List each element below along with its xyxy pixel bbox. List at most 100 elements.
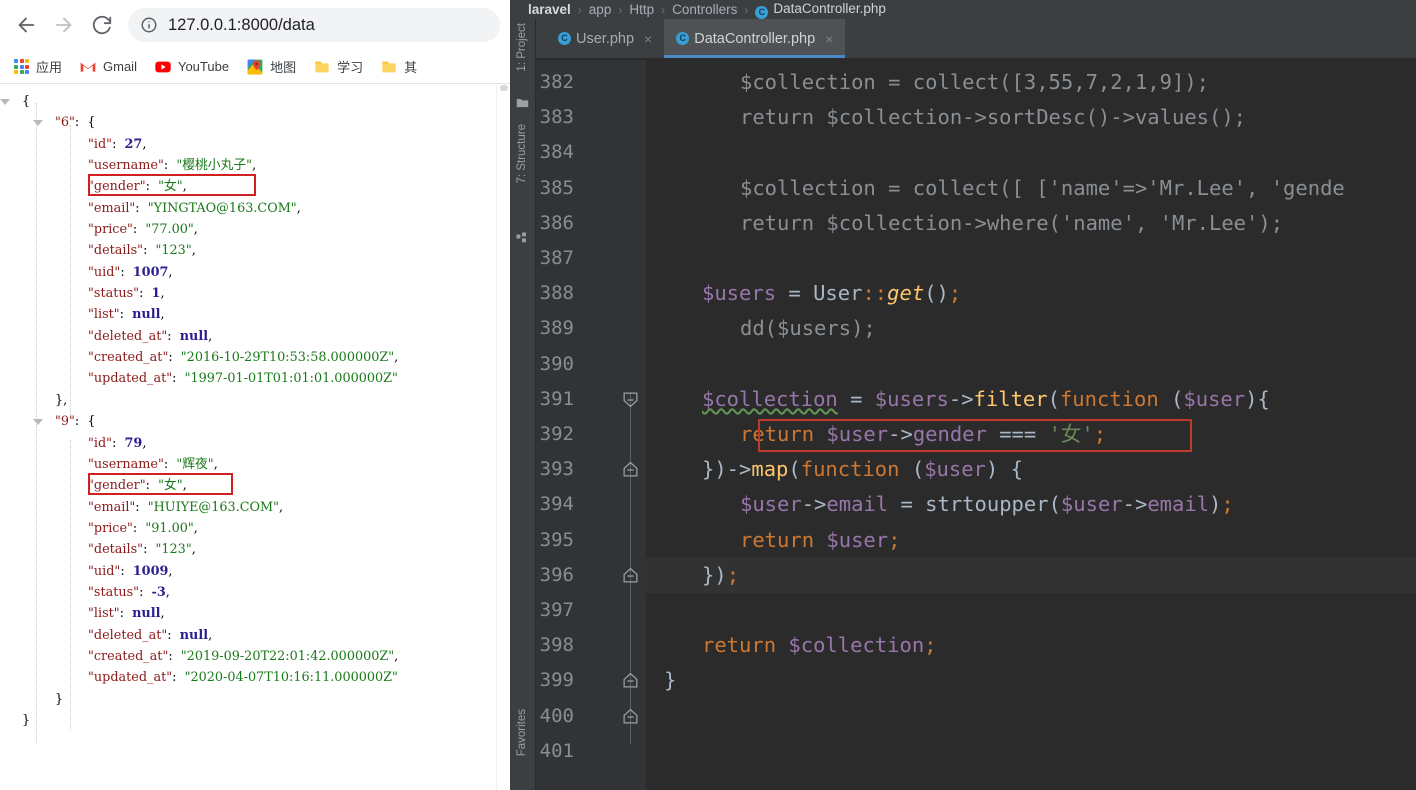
json-token: ,: [160, 286, 165, 302]
code-line[interactable]: [646, 734, 1416, 769]
editor-tab-bar: C User.php × C DataController.php ×: [510, 19, 1416, 59]
bookmark-youtube[interactable]: YouTube: [149, 56, 235, 78]
json-token: ,: [160, 606, 165, 622]
fold-expand-icon[interactable]: [622, 672, 639, 689]
code-line[interactable]: return $collection;: [646, 628, 1416, 663]
forward-button[interactable]: [48, 9, 80, 41]
editor-code-area[interactable]: $collection = collect([3,55,7,2,1,9]); re…: [646, 60, 1416, 790]
code-line[interactable]: return $user->gender === '女';: [646, 417, 1416, 452]
sidebar-item-favorites[interactable]: Favorites: [516, 709, 528, 756]
code-line[interactable]: $users = User::get();: [646, 276, 1416, 311]
json-token: ,: [279, 499, 284, 515]
editor-gutter[interactable]: 382 383 384 385 386 387 388 389 390 391 392 393 394 3…: [536, 60, 646, 790]
json-line-text: "gender": "女",: [88, 179, 187, 194]
bookmark-folder-other[interactable]: 其: [375, 54, 423, 79]
sidebar-item-project[interactable]: 1: Project: [516, 23, 528, 72]
json-line-text: "email": "HUIYE@163.COM",: [88, 500, 283, 515]
breadcrumb-item[interactable]: C DataController.php: [755, 1, 886, 19]
bookmark-label: Gmail: [103, 59, 137, 74]
breadcrumb-item[interactable]: app: [589, 2, 612, 17]
code-line[interactable]: [646, 135, 1416, 170]
back-button[interactable]: [10, 9, 42, 41]
fold-collapse-icon[interactable]: [622, 391, 639, 408]
code-line[interactable]: })->map(function ($user) {: [646, 452, 1416, 487]
code-line[interactable]: [646, 347, 1416, 382]
bookmark-maps[interactable]: 地图: [241, 54, 302, 79]
fold-expand-icon[interactable]: [622, 461, 639, 478]
json-line: "status": -3,: [0, 582, 510, 603]
scrollbar-thumb[interactable]: [500, 85, 508, 91]
editor-tab-label: User.php: [576, 30, 635, 47]
collapse-triangle-icon[interactable]: [33, 419, 43, 426]
json-token: "123": [155, 542, 192, 558]
bookmark-apps[interactable]: 应用: [8, 54, 68, 79]
breadcrumb-item[interactable]: Controllers: [672, 2, 737, 17]
json-token: "91.00": [145, 520, 194, 536]
code-editor[interactable]: 382 383 384 385 386 387 388 389 390 391 392 393 394 3…: [536, 60, 1416, 790]
code-line[interactable]: $collection = $users->filter(function ($…: [646, 382, 1416, 417]
collapse-triangle-icon[interactable]: [33, 120, 43, 127]
line-number: 399: [539, 669, 574, 692]
code-token: '女': [1048, 422, 1094, 446]
json-line-text: {: [22, 94, 30, 109]
code-line[interactable]: return $collection->sortDesc()->values()…: [646, 100, 1416, 135]
json-line: {: [0, 91, 510, 112]
breadcrumb-item[interactable]: laravel: [528, 2, 571, 17]
code-token: ->: [801, 492, 827, 517]
structure-icon[interactable]: [516, 232, 529, 244]
code-token: return: [740, 527, 815, 552]
json-token: ,: [193, 222, 198, 238]
json-line-text: "price": "77.00",: [88, 222, 198, 237]
code-line[interactable]: $collection = collect([ ['name'=>'Mr.Lee…: [646, 171, 1416, 206]
code-token: filter: [973, 386, 1048, 411]
json-token: :: [145, 179, 159, 195]
close-icon[interactable]: ×: [644, 32, 652, 46]
json-line-text: "deleted_at": null,: [88, 628, 212, 643]
json-line: "created_at": "2019-09-20T22:01:42.00000…: [0, 646, 510, 667]
folder-icon: [382, 61, 396, 72]
screen: 127.0.0.1:8000/data 应用 Gmail YouTube 地图 …: [0, 0, 1416, 790]
code-token: map: [751, 457, 789, 482]
json-line: "deleted_at": null,: [0, 625, 510, 646]
bookmark-folder-study[interactable]: 学习: [308, 54, 369, 79]
collapse-triangle-icon[interactable]: [0, 99, 10, 105]
fold-expand-icon[interactable]: [622, 567, 639, 584]
code-line[interactable]: $collection = collect([3,55,7,2,1,9]);: [646, 65, 1416, 100]
json-line: "id": 79,: [0, 433, 510, 454]
info-circle-icon[interactable]: [140, 16, 158, 34]
editor-tab[interactable]: C User.php ×: [546, 19, 664, 58]
code-line[interactable]: [646, 241, 1416, 276]
youtube-icon: [155, 61, 171, 72]
json-token: :: [168, 350, 181, 366]
browser-toolbar: 127.0.0.1:8000/data: [0, 0, 510, 50]
code-line[interactable]: }: [646, 663, 1416, 698]
sidebar-item-structure[interactable]: 7: Structure: [516, 124, 528, 183]
json-line-text: "updated_at": "1997-01-01T01:01:01.00000…: [88, 371, 398, 386]
reload-button[interactable]: [86, 9, 118, 41]
bookmark-gmail[interactable]: Gmail: [74, 56, 143, 78]
json-token: {: [22, 94, 31, 109]
json-line-text: "updated_at": "2020-04-07T10:16:11.00000…: [88, 670, 398, 685]
forward-arrow-icon: [55, 17, 72, 33]
code-line[interactable]: return $collection->where('name', 'Mr.Le…: [646, 206, 1416, 241]
code-line[interactable]: return $user;: [646, 523, 1416, 558]
editor-tab-active[interactable]: C DataController.php ×: [664, 19, 846, 58]
code-line[interactable]: });: [646, 557, 1416, 593]
address-bar[interactable]: 127.0.0.1:8000/data: [128, 8, 500, 42]
breadcrumb-item[interactable]: Http: [629, 2, 654, 17]
code-token: (: [1048, 492, 1061, 517]
code-line[interactable]: $user->email = strtoupper($user->email);: [646, 487, 1416, 522]
code-token: $user: [826, 527, 889, 552]
json-token: "YINGTAO@163.COM": [147, 200, 297, 216]
json-token: ,: [296, 200, 301, 216]
code-line[interactable]: [646, 699, 1416, 734]
browser-scrollbar[interactable]: [496, 85, 510, 790]
json-token: :: [119, 307, 133, 323]
code-token: }: [664, 668, 677, 693]
fold-expand-icon[interactable]: [622, 708, 639, 725]
close-icon[interactable]: ×: [825, 32, 833, 46]
code-line[interactable]: [646, 593, 1416, 628]
project-folder-icon[interactable]: [516, 97, 529, 109]
code-line[interactable]: dd($users);: [646, 311, 1416, 346]
